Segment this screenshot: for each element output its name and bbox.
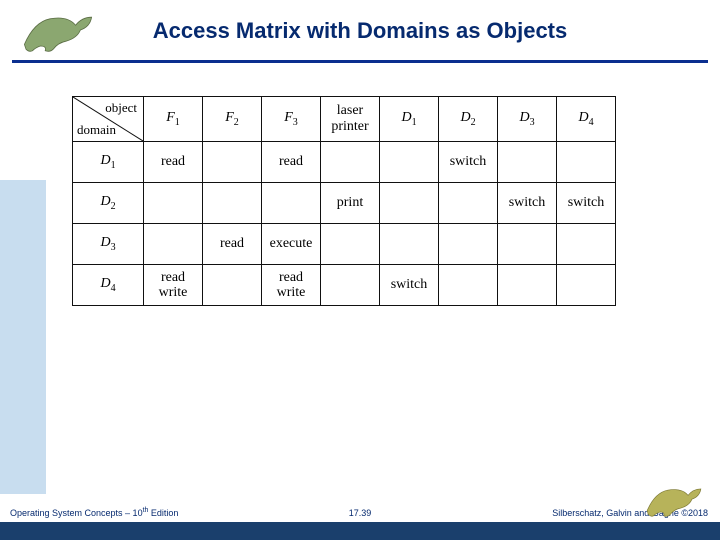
matrix-cell: read write [144,265,203,306]
matrix-cell [380,142,439,183]
access-matrix-table: object domain F1 F2 F3 laser printer D1 … [72,96,616,306]
title-underline [12,60,708,63]
col-header: D4 [557,97,616,142]
corner-object-label: object [105,100,137,116]
matrix-cell: switch [439,142,498,183]
matrix-cell [380,183,439,224]
matrix-corner: object domain [73,97,144,142]
matrix-cell [321,224,380,265]
col-header: F1 [144,97,203,142]
col-header: F2 [203,97,262,142]
matrix-cell: execute [262,224,321,265]
matrix-cell [557,224,616,265]
matrix-cell [439,183,498,224]
matrix-cell: switch [380,265,439,306]
slide: Access Matrix with Domains as Objects ob… [0,0,720,540]
matrix-cell [380,224,439,265]
matrix-cell [557,265,616,306]
matrix-cell: read [144,142,203,183]
col-header: D2 [439,97,498,142]
matrix-cell [203,265,262,306]
matrix-cell [262,183,321,224]
matrix-cell: read write [262,265,321,306]
col-header: F3 [262,97,321,142]
matrix-cell [498,224,557,265]
matrix-cell: read [262,142,321,183]
matrix-cell [321,142,380,183]
dinosaur-icon-bottom [642,480,706,520]
matrix-cell [321,265,380,306]
left-accent-bar [0,180,46,494]
matrix-cell [144,183,203,224]
row-label: D2 [73,183,144,224]
col-header: D1 [380,97,439,142]
matrix-cell [498,142,557,183]
matrix-cell: read [203,224,262,265]
corner-domain-label: domain [77,122,116,138]
matrix-cell: switch [557,183,616,224]
row-label: D3 [73,224,144,265]
matrix-cell [144,224,203,265]
matrix-cell [203,183,262,224]
matrix-cell [203,142,262,183]
row-label: D1 [73,142,144,183]
slide-title: Access Matrix with Domains as Objects [0,18,720,44]
matrix-cell [557,142,616,183]
col-header: D3 [498,97,557,142]
col-header: laser printer [321,97,380,142]
matrix-cell [498,265,557,306]
row-label: D4 [73,265,144,306]
matrix-cell [439,265,498,306]
matrix-cell [439,224,498,265]
matrix-cell: print [321,183,380,224]
bottom-accent-bar [0,522,720,540]
matrix-cell: switch [498,183,557,224]
